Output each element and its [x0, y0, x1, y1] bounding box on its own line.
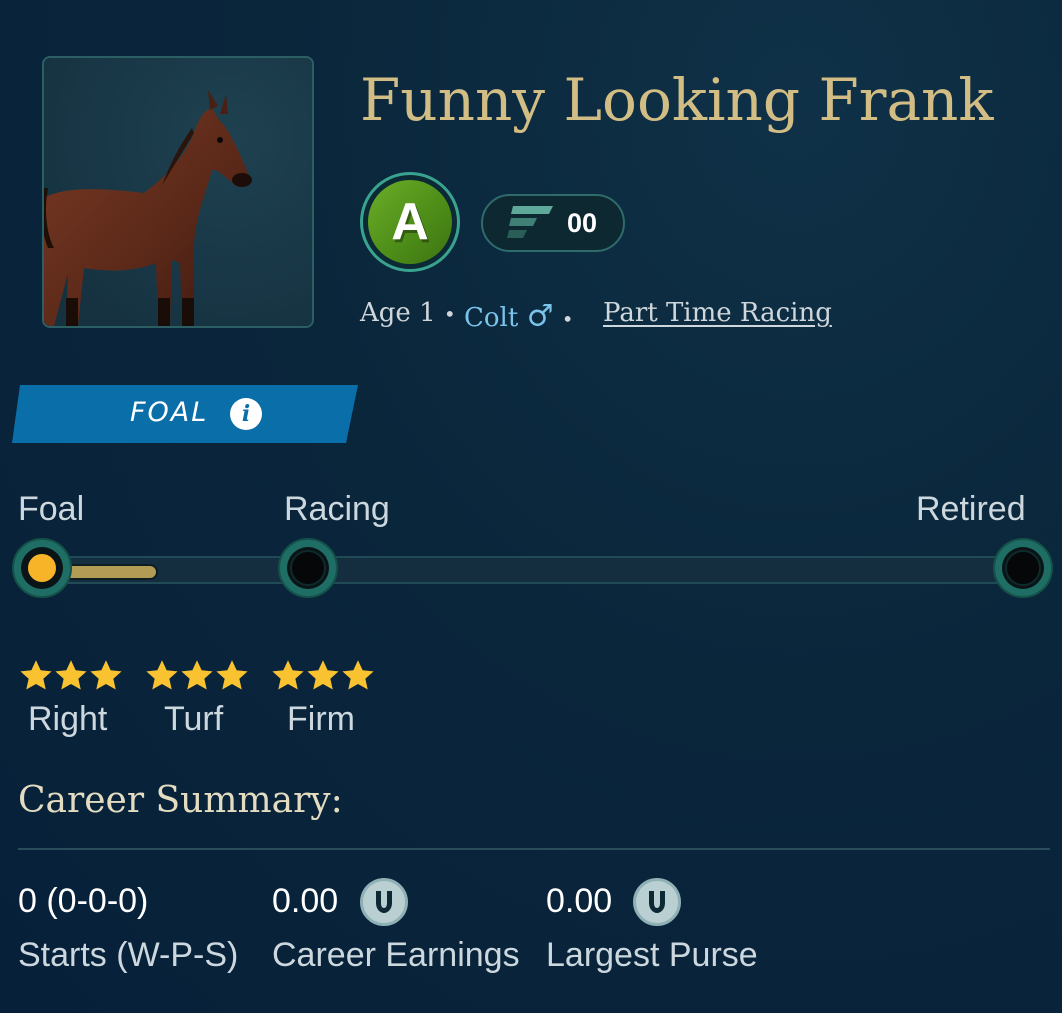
star-icon [55, 660, 87, 690]
stage-label-retired: Retired [916, 490, 1026, 528]
grade-badge[interactable]: A [360, 172, 460, 272]
star-icon [307, 660, 339, 690]
rating-icon [507, 206, 553, 238]
rating-value: 00 [567, 208, 598, 238]
preference-label-right: Right [28, 700, 108, 738]
sex-text: Colt ♂ • [464, 298, 574, 338]
star-icon [20, 660, 52, 690]
star-rating-right [18, 658, 123, 698]
stage-label-foal: Foal [18, 490, 85, 528]
starts-label: Starts (W-P-S) [18, 936, 239, 974]
male-symbol-icon: ♂ [526, 299, 554, 334]
star-icon [342, 660, 374, 690]
stage-node-foal [12, 538, 72, 598]
stage-banner[interactable]: FOAL i [12, 385, 358, 443]
progress-track [40, 556, 1022, 584]
horseshoe-coin-icon [633, 878, 681, 926]
horse-portrait[interactable] [42, 56, 314, 328]
separator-dot: • [443, 302, 456, 326]
horse-name: Funny Looking Frank [360, 66, 994, 134]
stage-node-retired [993, 538, 1053, 598]
star-icon [272, 660, 304, 690]
purse-value: 0.00 [546, 882, 613, 920]
earnings-label: Career Earnings [272, 936, 520, 974]
age-label: Age 1 [360, 298, 436, 328]
earnings-value: 0.00 [272, 882, 339, 920]
racing-mode-link[interactable]: Part Time Racing [603, 294, 832, 332]
stage-node-racing [278, 538, 338, 598]
divider [18, 848, 1050, 850]
star-icon [146, 660, 178, 690]
sex-label: Colt [464, 303, 519, 333]
preference-label-firm: Firm [287, 700, 355, 738]
stage-label-racing: Racing [284, 490, 390, 528]
star-rating-turf [144, 658, 249, 698]
career-summary-title: Career Summary: [18, 780, 343, 821]
separator-dot: • [561, 307, 574, 331]
age-text: Age 1 • [360, 294, 456, 333]
info-icon[interactable]: i [230, 398, 262, 430]
star-icon [216, 660, 248, 690]
star-icon [90, 660, 122, 690]
star-rating-firm [270, 658, 375, 698]
grade-letter: A [368, 180, 452, 264]
rating-pill[interactable]: 00 [481, 194, 625, 252]
purse-label: Largest Purse [546, 936, 758, 974]
star-icon [181, 660, 213, 690]
preference-label-turf: Turf [164, 700, 224, 738]
starts-value: 0 (0-0-0) [18, 882, 149, 920]
horse-image [44, 58, 312, 326]
stage-banner-label: FOAL [130, 397, 209, 428]
horseshoe-coin-icon [360, 878, 408, 926]
